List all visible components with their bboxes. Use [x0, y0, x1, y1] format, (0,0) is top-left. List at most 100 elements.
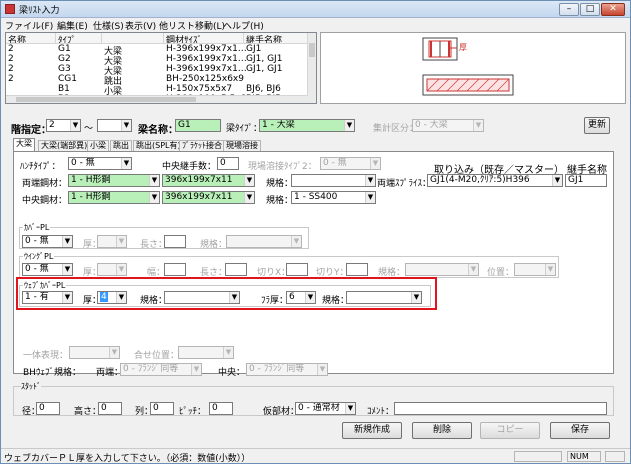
beam-type-value: 1 - 大梁 [262, 120, 295, 130]
end-steel-size-value: 396x199x7x11 [165, 175, 233, 185]
wing-thick-select[interactable]: ▼ [97, 263, 127, 276]
beam-list[interactable]: 名称 ﾀｲﾌﾟ 鋼材ｻｲｽﾞ 継手名称 2 G1 大梁 H-396x199x7x1… G… [5, 32, 317, 104]
col-blank [102, 33, 164, 44]
thickness-annotation: 厚 [459, 43, 467, 52]
chevron-down-icon: ▼ [552, 175, 562, 186]
end-spec-label: 規格： [266, 179, 294, 189]
col-name[interactable]: 名称 [6, 33, 56, 44]
bh-center-select[interactable]: 0 - ﾌﾗﾝｼﾞ同等 ▼ [246, 363, 328, 376]
floor-from-select[interactable]: 2 ▼ [46, 119, 81, 132]
new-button[interactable]: 新規作成 [342, 422, 402, 439]
agg-select[interactable]: 0 - 大梁 ▼ [412, 119, 484, 132]
chevron-down-icon: ▼ [223, 347, 233, 358]
tab-small-beam[interactable]: 小梁 [87, 140, 109, 151]
menu-edit[interactable]: 編集(E) [57, 19, 88, 32]
stud-pitch-label: ﾋﾟｯﾁ： [179, 407, 207, 417]
tab-main-beam[interactable]: 大梁 [13, 138, 35, 152]
section-preview: 厚 [320, 32, 626, 104]
stud-height-input[interactable]: 0 [98, 402, 122, 415]
end-splice-label: 両端ｽﾌﾟﾗｲｽ： [377, 179, 432, 189]
site-weld-label: 現場溶接ﾀｲﾌﾟ2： [248, 162, 317, 172]
beam-name-label: 梁名称： [138, 125, 178, 136]
wing-cutx-input[interactable] [286, 263, 308, 276]
wing-cuty-input[interactable] [346, 263, 368, 276]
table-row[interactable] [6, 54, 306, 64]
stud-rows-input[interactable]: 0 [150, 402, 174, 415]
bh-ends-select[interactable]: 0 - ﾌﾗﾝｼﾞ同等 ▼ [120, 363, 202, 376]
col-type[interactable]: ﾀｲﾌﾟ [56, 33, 102, 44]
cover-pl-select[interactable]: 0 - 無 ▼ [22, 235, 73, 248]
cover-spec-select[interactable]: ▼ [226, 235, 302, 248]
highlight-box [16, 277, 437, 310]
list-vscroll[interactable] [307, 33, 316, 103]
table-row[interactable] [6, 84, 306, 94]
floor-to-select[interactable]: ▼ [97, 119, 132, 132]
joint-name-input[interactable]: GJ1 [565, 174, 607, 187]
site-weld-select[interactable]: 0 - 無 ▼ [320, 157, 381, 170]
wing-pl-select[interactable]: 0 - 無 ▼ [22, 263, 73, 276]
center-joint-label: 中央継手数： [162, 162, 217, 172]
tab-bracket-joint[interactable]: ﾌﾞﾗｹｯﾄ接合 [179, 140, 225, 151]
wing-spec-select[interactable]: ▼ [405, 263, 479, 276]
end-steel-label: 両端鋼材： [22, 179, 68, 189]
beam-type-select[interactable]: 1 - 大梁 ▼ [259, 119, 355, 132]
minimize-button[interactable]: – [559, 3, 579, 16]
table-row[interactable] [6, 44, 306, 54]
agg-value: 0 - 大梁 [415, 120, 448, 130]
delete-button[interactable]: 削除 [412, 422, 472, 439]
end-splice-select[interactable]: GJ1(4-M20,ｸﾘｱ:5)H396 ▼ [427, 174, 563, 187]
save-button[interactable]: 保存 [550, 422, 610, 439]
stud-legend: ｽﾀｯﾄﾞ [21, 381, 41, 392]
floor-from-value: 2 [49, 120, 55, 130]
comment-input[interactable] [394, 402, 607, 415]
stud-pitch-input[interactable]: 0 [209, 402, 233, 415]
list-hscroll[interactable] [6, 95, 308, 103]
menu-view[interactable]: 表示(V) [125, 19, 156, 32]
mid-steel-size-select[interactable]: 396x199x7x11 ▼ [162, 191, 255, 204]
menu-list-move[interactable]: 他リスト移動(L) [159, 19, 225, 32]
merge-label: 合せ位置： [134, 351, 180, 361]
col-steel-size[interactable]: 鋼材ｻｲｽﾞ [164, 33, 244, 44]
beam-name-input[interactable]: G1 [175, 119, 221, 132]
stud-dia-input[interactable]: 0 [36, 402, 60, 415]
table-row[interactable] [6, 74, 306, 84]
maximize-button[interactable]: □ [580, 3, 600, 16]
tab-main-beam-end-diff[interactable]: 大梁(端部異) [38, 140, 91, 151]
status-bar: ウェブカバーＰＬ厚を入力して下さい。（必須：数値(小数）） NUM [1, 448, 630, 464]
mid-steel-type-value: 1 - H形鋼 [71, 192, 111, 202]
cover-length-input[interactable] [164, 235, 186, 248]
menu-help[interactable]: ヘルプ(H) [223, 19, 264, 32]
temp-member-label: 仮部材： [263, 407, 300, 417]
merge-select[interactable]: ▼ [178, 346, 234, 359]
haunch-label: ﾊﾝﾁﾀｲﾌﾟ： [20, 162, 61, 172]
wing-pos-select[interactable]: ▼ [514, 263, 556, 276]
col-joint-name[interactable]: 継手名称 [244, 33, 308, 44]
menu-file[interactable]: ファイル(F) [5, 19, 53, 32]
status-text: ウェブカバーＰＬ厚を入力して下さい。（必須：数値(小数）） [4, 454, 251, 464]
main-window: 梁ﾘｽﾄ入力 – □ ✕ ファイル(F) 編集(E) 仕様(S) 表示(V) 他… [0, 0, 631, 464]
wing-width-input[interactable] [164, 263, 186, 276]
mid-steel-type-select[interactable]: 1 - H形鋼 ▼ [68, 191, 160, 204]
tab-site-weld[interactable]: 現場溶接 [223, 140, 261, 151]
end-spec-select[interactable]: ▼ [291, 174, 376, 187]
end-steel-type-select[interactable]: 1 - H形鋼 ▼ [68, 174, 160, 187]
haunch-select[interactable]: 0 - 無 ▼ [68, 157, 132, 170]
update-button[interactable]: 更新 [584, 117, 610, 134]
table-row[interactable] [6, 64, 306, 74]
haunch-value: 0 - 無 [71, 158, 95, 168]
end-steel-type-value: 1 - H形鋼 [71, 175, 111, 185]
center-joint-input[interactable]: 0 [217, 157, 239, 170]
wing-length-input[interactable] [225, 263, 247, 276]
integral-select[interactable]: ▼ [69, 346, 120, 359]
mid-spec-select[interactable]: 1 - SS400 ▼ [291, 191, 376, 204]
tab-cantilever-spl[interactable]: 跳出(SPL有) [133, 140, 184, 151]
mid-steel-label: 中央鋼材： [22, 196, 68, 206]
end-steel-size-select[interactable]: 396x199x7x11 ▼ [162, 174, 255, 187]
copy-button[interactable]: コピー [480, 422, 540, 439]
chevron-down-icon: ▼ [116, 264, 126, 275]
temp-member-select[interactable]: 0 - 通常材 ▼ [295, 402, 356, 415]
cover-thick-select[interactable]: ▼ [97, 235, 127, 248]
menu-spec[interactable]: 仕様(S) [93, 19, 124, 32]
close-button[interactable]: ✕ [601, 3, 625, 16]
tab-cantilever[interactable]: 跳出 [110, 140, 132, 151]
